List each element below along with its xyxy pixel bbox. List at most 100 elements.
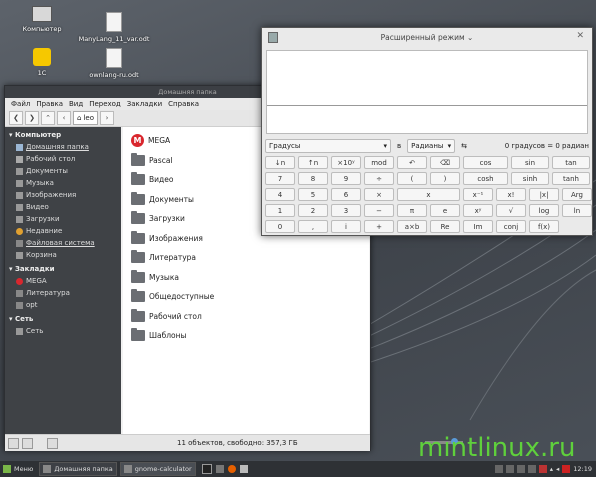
list-item[interactable]: Общедоступные — [123, 287, 369, 307]
swap-icon[interactable]: ⇆ — [461, 142, 467, 150]
sidebar-item-downloads[interactable]: Загрузки — [5, 213, 121, 225]
workspace-2-icon[interactable] — [505, 465, 514, 473]
network-icon[interactable]: ▴ — [550, 465, 553, 473]
calc-key[interactable]: ↑n — [298, 156, 328, 169]
calc-key[interactable]: 8 — [298, 172, 328, 185]
workspace-1-icon[interactable] — [494, 465, 503, 473]
calc-key[interactable]: conj — [496, 220, 526, 233]
sidebar-head-bookmarks[interactable]: ▾ Закладки — [5, 261, 121, 275]
calc-key[interactable]: 7 — [265, 172, 295, 185]
menu-button[interactable]: Меню — [0, 463, 36, 475]
terminal-icon[interactable] — [201, 464, 212, 474]
volume-icon[interactable]: ◂ — [556, 465, 559, 473]
calc-key[interactable]: ×10ʸ — [331, 156, 361, 169]
sidebar-item-pictures[interactable]: Изображения — [5, 189, 121, 201]
angle-unit-select[interactable]: Градусы ▾ — [265, 139, 391, 153]
calc-key[interactable]: tan — [552, 156, 590, 169]
calc-key[interactable]: 1 — [265, 204, 295, 217]
calc-key[interactable]: ) — [430, 172, 460, 185]
calc-key[interactable]: x — [397, 188, 460, 201]
calc-key[interactable]: 9 — [331, 172, 361, 185]
calc-key[interactable]: , — [298, 220, 328, 233]
path-left-button[interactable]: ‹ — [57, 111, 71, 125]
calc-key[interactable]: tanh — [552, 172, 590, 185]
sidebar-item-mega[interactable]: MEGA — [5, 275, 121, 287]
sidebar-item-music[interactable]: Музыка — [5, 177, 121, 189]
calculator-display[interactable] — [266, 50, 588, 134]
calc-key[interactable]: ln — [562, 204, 592, 217]
calc-key[interactable]: 4 — [265, 188, 295, 201]
sidebar-item-recent[interactable]: Недавние — [5, 225, 121, 237]
notification-icon[interactable] — [562, 465, 571, 473]
calc-key[interactable]: sinh — [511, 172, 549, 185]
toggle-tree-button[interactable] — [22, 437, 33, 449]
toggle-places-button[interactable] — [47, 437, 58, 449]
sidebar-item-desktop[interactable]: Рабочий стол — [5, 153, 121, 165]
workspace-3-icon[interactable] — [516, 465, 525, 473]
calc-key[interactable]: 6 — [331, 188, 361, 201]
calc-key[interactable]: xʸ — [463, 204, 493, 217]
calc-key[interactable]: ⌫ — [430, 156, 460, 169]
calc-key[interactable]: 0 — [265, 220, 295, 233]
list-item[interactable]: Литература — [123, 248, 369, 268]
taskbar-window-calculator[interactable]: gnome-calculator — [119, 462, 196, 476]
taskbar-window-file-manager[interactable]: Домашняя папка — [39, 462, 117, 476]
calc-key[interactable]: x⁻¹ — [463, 188, 493, 201]
sidebar-item-home[interactable]: Домашняя папка — [5, 141, 121, 153]
menu-edit[interactable]: Правка — [33, 98, 66, 110]
desktop-icon-computer[interactable]: Компьютер — [2, 6, 82, 33]
sidebar-item-filesystem[interactable]: Файловая система — [5, 237, 121, 249]
up-button[interactable]: ⌃ — [41, 111, 55, 125]
desktop-icon-manylang[interactable]: ManyLang_11_var.odt — [74, 12, 154, 43]
menu-go[interactable]: Переход — [86, 98, 124, 110]
calc-key[interactable]: e — [430, 204, 460, 217]
calc-key[interactable]: − — [364, 204, 394, 217]
calc-key[interactable]: √ — [496, 204, 526, 217]
desktop-icon-ownlang[interactable]: ownlang-ru.odt — [74, 48, 154, 79]
calc-key[interactable]: ↓n — [265, 156, 295, 169]
calc-key[interactable]: ↶ — [397, 156, 427, 169]
files-launcher-icon[interactable] — [215, 465, 224, 473]
calc-key[interactable]: + — [364, 220, 394, 233]
calc-key[interactable]: Re — [430, 220, 460, 233]
list-item[interactable]: Музыка — [123, 268, 369, 288]
menu-help[interactable]: Справка — [165, 98, 202, 110]
calc-key[interactable]: f(x) — [529, 220, 559, 233]
calc-key[interactable]: cosh — [463, 172, 508, 185]
calc-key[interactable]: 2 — [298, 204, 328, 217]
path-right-button[interactable]: › — [100, 111, 114, 125]
sidebar-item-opt[interactable]: opt — [5, 299, 121, 311]
sidebar-head-computer[interactable]: ▾ Компьютер — [5, 127, 121, 141]
mode-selector[interactable]: Расширенный режим ⌄ — [381, 33, 474, 42]
sidebar-item-network[interactable]: Сеть — [5, 325, 121, 337]
sidebar-head-network[interactable]: ▾ Сеть — [5, 311, 121, 325]
calc-key[interactable]: x! — [496, 188, 526, 201]
sidebar-item-literature[interactable]: Литература — [5, 287, 121, 299]
firefox-icon[interactable] — [227, 465, 236, 473]
calc-key[interactable]: 5 — [298, 188, 328, 201]
menu-bookmarks[interactable]: Закладки — [124, 98, 165, 110]
back-button[interactable]: ❮ — [9, 111, 23, 125]
list-item[interactable]: Рабочий стол — [123, 307, 369, 327]
menu-view[interactable]: Вид — [66, 98, 86, 110]
calc-key[interactable]: ( — [397, 172, 427, 185]
sidebar-item-videos[interactable]: Видео — [5, 201, 121, 213]
calc-key[interactable]: sin — [511, 156, 549, 169]
calc-key[interactable]: Arg — [562, 188, 592, 201]
clock[interactable]: 12:19 — [573, 465, 592, 473]
toggle-sidebar-button[interactable] — [8, 437, 19, 449]
calc-key[interactable]: a×b — [397, 220, 427, 233]
sidebar-item-documents[interactable]: Документы — [5, 165, 121, 177]
calc-key[interactable]: Im — [463, 220, 493, 233]
flag-icon[interactable] — [538, 465, 547, 473]
desktop-icon-1c[interactable]: 1С — [2, 48, 82, 77]
close-icon[interactable]: ✕ — [576, 31, 584, 41]
calc-key[interactable]: × — [364, 188, 394, 201]
calc-key[interactable]: 3 — [331, 204, 361, 217]
app-launcher-icon[interactable] — [239, 465, 248, 473]
calc-key[interactable]: ÷ — [364, 172, 394, 185]
calc-key[interactable]: cos — [463, 156, 508, 169]
forward-button[interactable]: ❯ — [25, 111, 39, 125]
sidebar-item-trash[interactable]: Корзина — [5, 249, 121, 261]
workspace-4-icon[interactable] — [527, 465, 536, 473]
